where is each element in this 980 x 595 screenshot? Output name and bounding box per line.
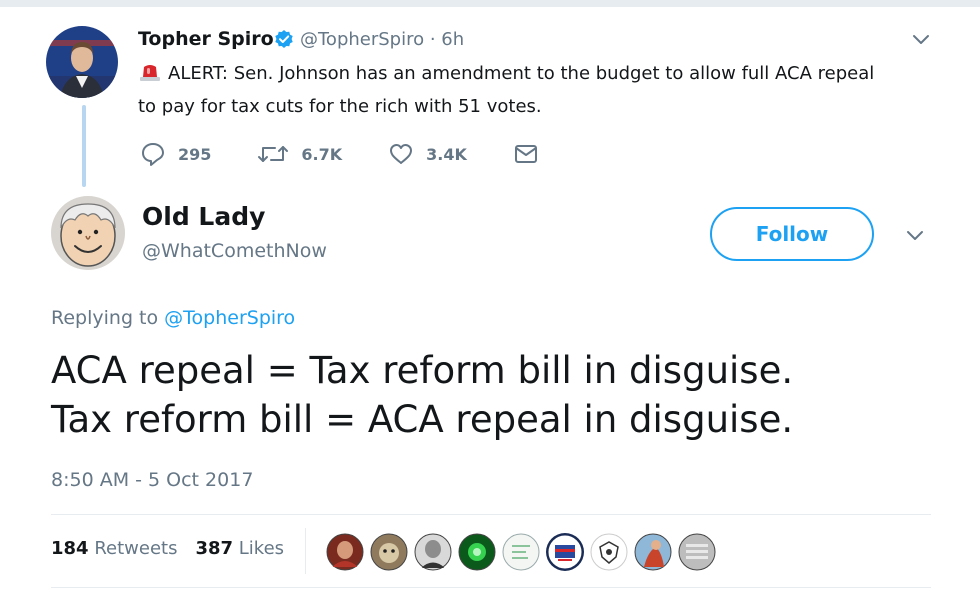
retweets-count: 184 xyxy=(51,538,89,559)
avatar-old-lady[interactable] xyxy=(51,196,125,270)
replying-to: Replying to @TopherSpiro xyxy=(51,307,295,329)
retweets-label: Retweets xyxy=(94,538,178,559)
likes-stat[interactable]: 387 Likes xyxy=(195,538,284,559)
liker-avatar[interactable] xyxy=(326,533,364,571)
reply-tweet-text: ACA repeal = Tax reform bill in disguise… xyxy=(51,346,793,444)
divider xyxy=(51,587,931,588)
stats-separator xyxy=(305,528,306,574)
liker-avatar[interactable] xyxy=(678,533,716,571)
parent-action-bar: 295 6.7K 3.4K xyxy=(140,139,597,169)
liker-avatar[interactable] xyxy=(590,533,628,571)
like-count: 3.4K xyxy=(426,144,467,164)
divider xyxy=(51,514,931,515)
liker-avatar[interactable] xyxy=(370,533,408,571)
reply-author-handle[interactable]: @WhatComethNow xyxy=(142,240,327,262)
like-action[interactable]: 3.4K xyxy=(388,142,467,166)
reply-author-name[interactable]: Old Lady xyxy=(142,202,265,231)
tweet-timestamp[interactable]: 8:50 AM - 5 Oct 2017 xyxy=(51,469,253,491)
chevron-down-icon[interactable] xyxy=(910,28,932,50)
liker-avatars xyxy=(326,533,716,571)
top-border xyxy=(0,0,980,7)
reply-action[interactable]: 295 xyxy=(140,141,211,167)
likes-label: Likes xyxy=(238,538,285,559)
parent-text-line1: ALERT: Sen. Johnson has an amendment to … xyxy=(168,63,875,84)
heart-icon xyxy=(390,144,413,164)
liker-avatar[interactable] xyxy=(458,533,496,571)
retweet-action[interactable]: 6.7K xyxy=(257,142,342,166)
retweet-count: 6.7K xyxy=(301,144,343,164)
avatar-topher-spiro[interactable] xyxy=(46,26,118,98)
reply-text-line1: ACA repeal = Tax reform bill in disguise… xyxy=(51,349,794,392)
envelope-icon xyxy=(514,145,537,163)
parent-handle-time[interactable]: @TopherSpiro · 6h xyxy=(300,29,464,50)
likes-count: 387 xyxy=(195,538,234,559)
retweet-icon xyxy=(258,146,289,162)
follow-button[interactable]: Follow xyxy=(710,207,874,261)
verified-badge-icon xyxy=(274,29,294,49)
liker-avatar[interactable] xyxy=(502,533,540,571)
retweets-stat[interactable]: 184 Retweets xyxy=(51,538,177,559)
reply-text-line2: Tax reform bill = ACA repeal in disguise… xyxy=(51,398,794,441)
liker-avatar[interactable] xyxy=(634,533,672,571)
liker-avatar[interactable] xyxy=(546,533,584,571)
liker-avatar[interactable] xyxy=(414,533,452,571)
parent-text-line2: to pay for tax cuts for the rich with 51… xyxy=(138,96,542,117)
chevron-down-icon[interactable] xyxy=(904,224,926,246)
parent-author-name[interactable]: Topher Spiro xyxy=(138,28,274,50)
engagement-stats: 184 Retweets 387 Likes xyxy=(51,538,284,559)
replying-to-handle-link[interactable]: @TopherSpiro xyxy=(164,307,295,329)
thread-connector-line xyxy=(82,105,86,187)
replying-prefix: Replying to xyxy=(51,307,165,329)
siren-emoji-icon xyxy=(138,62,162,92)
reply-icon xyxy=(142,143,164,166)
parent-tweet-text: ALERT: Sen. Johnson has an amendment to … xyxy=(138,59,938,122)
reply-count: 295 xyxy=(178,144,212,164)
direct-message-action[interactable] xyxy=(513,143,551,165)
